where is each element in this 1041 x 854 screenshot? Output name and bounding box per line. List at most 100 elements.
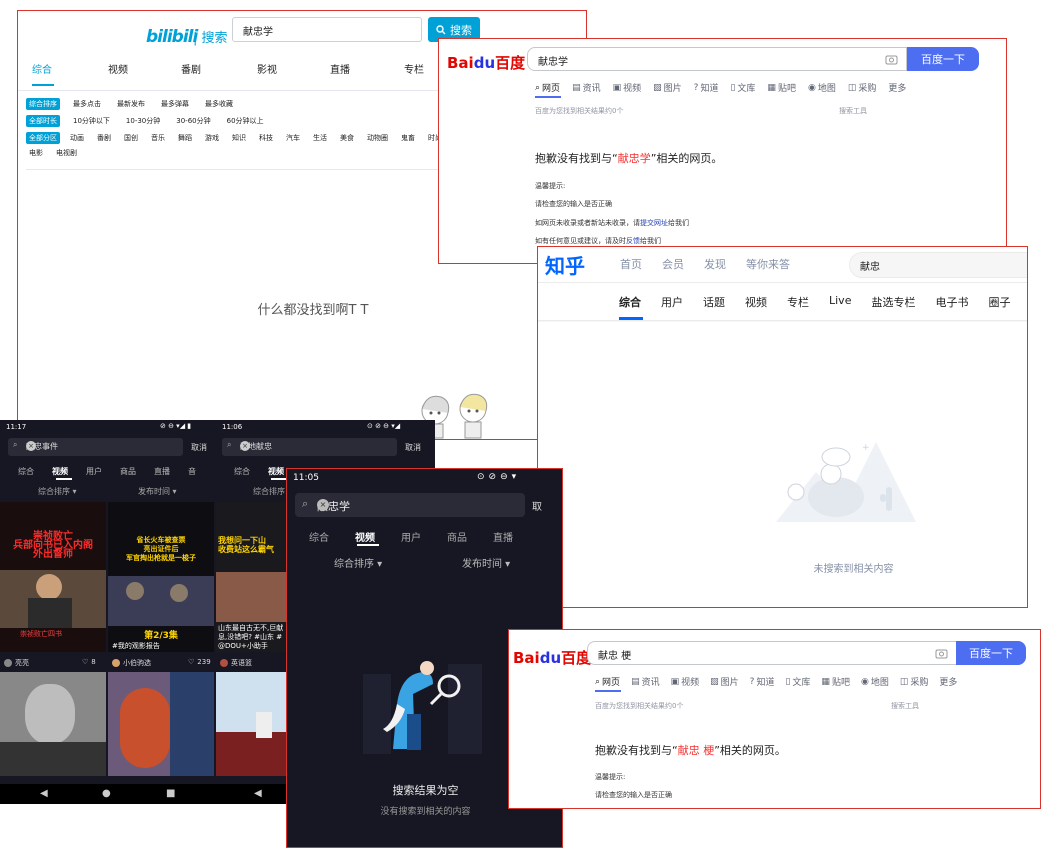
tab-video[interactable]: 视频 — [108, 61, 128, 76]
nav-video[interactable]: ▣ 视频 — [671, 675, 700, 689]
video-card[interactable] — [216, 672, 286, 776]
submit-url-link[interactable]: 提交网址 — [640, 219, 668, 227]
cancel-button[interactable]: 取 — [532, 498, 542, 513]
tab-goods[interactable]: 商品 — [447, 529, 467, 544]
time-dropdown[interactable]: 发布时间 ▾ — [462, 555, 510, 570]
nav-web[interactable]: ⌕ 网页 — [595, 675, 620, 689]
filter-chip[interactable]: 游戏 — [202, 132, 222, 144]
nav-web[interactable]: ⌕ 网页 — [535, 81, 560, 95]
filter-chip[interactable]: 10-30分钟 — [123, 115, 163, 127]
filter-chip[interactable]: 最多点击 — [70, 98, 104, 110]
nav-image[interactable]: ▨ 图片 — [710, 675, 739, 689]
nav-wenku[interactable]: ▯ 文库 — [730, 81, 755, 95]
avatar[interactable] — [112, 659, 120, 667]
tab-ebook[interactable]: 电子书 — [935, 294, 968, 310]
tab-live[interactable]: 直播 — [154, 466, 170, 477]
filter-chip[interactable]: 30-60分钟 — [173, 115, 213, 127]
baidu-logo[interactable]: Baidu百度 — [447, 52, 525, 73]
filter-chip[interactable]: 知识 — [229, 132, 249, 144]
filter-chip[interactable]: 汽车 — [283, 132, 303, 144]
filter-chip[interactable]: 音乐 — [148, 132, 168, 144]
nav-tieba[interactable]: ▦ 贴吧 — [767, 81, 796, 95]
tab-users[interactable]: 用户 — [661, 294, 683, 310]
cancel-button[interactable]: 取消 — [405, 442, 421, 453]
username[interactable]: 小伯驹选 — [123, 658, 151, 668]
nav-vip[interactable]: 会员 — [662, 256, 684, 272]
search-input[interactable]: ⌕ 献忠事件 × — [8, 438, 183, 456]
avatar[interactable] — [220, 659, 228, 667]
recents-icon[interactable]: ■ — [166, 788, 175, 799]
filter-chip[interactable]: 综合排序 — [26, 98, 60, 110]
sort-dropdown[interactable]: 综合排序 ▾ — [334, 555, 382, 570]
video-card[interactable]: 我想问一下山 收费站这么霸气 山东最自古无不,巨献 息,没错吧? #山东 # @… — [216, 502, 286, 652]
filter-chip[interactable]: 最新发布 — [114, 98, 148, 110]
filter-chip[interactable]: 全部分区 — [26, 132, 60, 144]
filter-chip[interactable]: 动物圈 — [364, 132, 391, 144]
nav-purchase[interactable]: ◫ 采购 — [900, 675, 929, 689]
feedback-link[interactable]: 反馈 — [626, 237, 640, 245]
back-icon[interactable]: ◀ — [254, 788, 262, 799]
filter-chip[interactable]: 最多收藏 — [202, 98, 236, 110]
avatar[interactable] — [4, 659, 12, 667]
clear-icon[interactable]: × — [317, 499, 329, 511]
nav-news[interactable]: ▤ 资讯 — [572, 81, 601, 95]
tab-live[interactable]: Live — [829, 294, 851, 310]
clear-icon[interactable]: × — [240, 441, 250, 451]
nav-more[interactable]: 更多 — [888, 81, 906, 94]
bilibili-logo[interactable]: bilibili — [146, 27, 198, 47]
tab-all[interactable]: 综合 — [619, 294, 641, 310]
filter-chip[interactable]: 60分钟以上 — [224, 115, 267, 127]
sort-dropdown[interactable]: 综合排序 ▾ — [38, 486, 77, 497]
video-card[interactable]: 省长火车被查票 亮出证件后 军官掏出枪就是一梭子 第2/3集 #我的观影报告 — [108, 502, 214, 652]
filter-chip[interactable]: 10分钟以下 — [70, 115, 113, 127]
filter-chip[interactable]: 电影 — [26, 147, 46, 159]
nav-home[interactable]: 首页 — [620, 256, 642, 272]
filter-chip[interactable]: 国创 — [121, 132, 141, 144]
search-input[interactable]: ⌕ 遍地献忠 × — [222, 438, 397, 456]
clear-icon[interactable]: × — [26, 441, 36, 451]
filter-chip[interactable]: 生活 — [310, 132, 330, 144]
baidu-search-button[interactable]: 百度一下 — [907, 47, 979, 71]
filter-chip[interactable]: 舞蹈 — [175, 132, 195, 144]
filter-chip[interactable]: 电视剧 — [53, 147, 80, 159]
video-card[interactable] — [108, 672, 214, 776]
tab-bangumi[interactable]: 番剧 — [181, 61, 201, 76]
tab-column[interactable]: 专栏 — [404, 61, 424, 76]
nav-more[interactable]: 更多 — [939, 675, 957, 688]
tab-salt[interactable]: 盐选专栏 — [871, 294, 915, 310]
nav-wenku[interactable]: ▯ 文库 — [785, 675, 810, 689]
filter-chip[interactable]: 动画 — [67, 132, 87, 144]
search-input[interactable]: ⌕ 献忠学 × — [295, 493, 525, 517]
time-dropdown[interactable]: 发布时间 ▾ — [138, 486, 177, 497]
nav-image[interactable]: ▨ 图片 — [653, 81, 682, 95]
username[interactable]: 亮亮 — [15, 658, 29, 668]
filter-chip[interactable]: 科技 — [256, 132, 276, 144]
filter-chip[interactable]: 美食 — [337, 132, 357, 144]
tab-all[interactable]: 综合 — [18, 466, 34, 477]
tab-live[interactable]: 直播 — [493, 529, 513, 544]
tab-circle[interactable]: 圈子 — [988, 294, 1010, 310]
filter-chip[interactable]: 鬼畜 — [398, 132, 418, 144]
bilibili-search-input[interactable]: 献忠学 — [232, 17, 422, 42]
tab-goods[interactable]: 商品 — [120, 466, 136, 477]
tab-all[interactable]: 综合 — [234, 466, 250, 477]
tab-video[interactable]: 视频 — [355, 529, 375, 544]
filter-chip[interactable]: 番剧 — [94, 132, 114, 144]
camera-icon[interactable] — [935, 648, 948, 659]
nav-map[interactable]: ◉ 地图 — [808, 81, 836, 95]
tab-video[interactable]: 视频 — [268, 466, 284, 477]
filter-chip[interactable]: 全部时长 — [26, 115, 60, 127]
search-tools[interactable]: 搜索工具 — [839, 106, 867, 116]
tab-video[interactable]: 视频 — [52, 466, 68, 477]
nav-purchase[interactable]: ◫ 采购 — [848, 81, 877, 95]
camera-icon[interactable] — [885, 54, 898, 65]
nav-zhidao[interactable]: ? 知道 — [750, 675, 775, 689]
search-tools[interactable]: 搜索工具 — [891, 701, 919, 711]
tab-video[interactable]: 视频 — [745, 294, 767, 310]
nav-waiting[interactable]: 等你来答 — [746, 256, 790, 272]
tab-users[interactable]: 用户 — [86, 466, 102, 477]
home-icon[interactable]: ● — [102, 788, 111, 799]
nav-discover[interactable]: 发现 — [704, 256, 726, 272]
baidu-search-input[interactable]: 献忠 梗 — [587, 641, 957, 665]
tab-music[interactable]: 音 — [188, 466, 196, 477]
